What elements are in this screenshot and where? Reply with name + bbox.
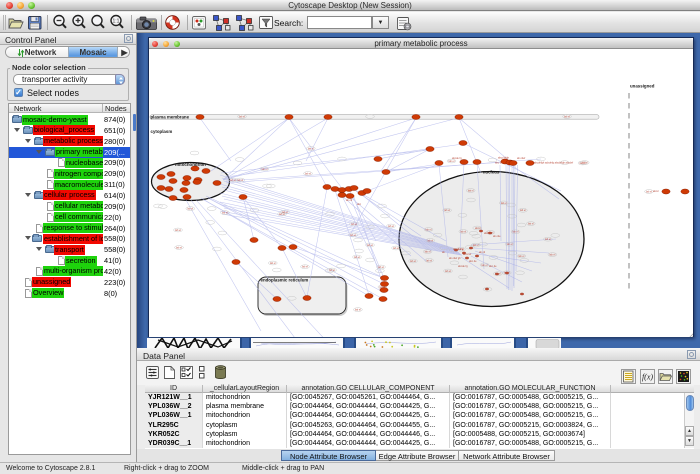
svg-text:lab el: lab el [460,230,466,233]
svg-text:lab el: lab el [305,172,311,175]
svg-text:lab el: lab el [501,202,507,205]
svg-text:ab cd: ab cd [479,251,486,254]
svg-text:cytoplasm: cytoplasm [151,129,173,134]
svg-text:lab el: lab el [187,208,193,211]
svg-text:lab el: lab el [354,256,360,259]
svg-text:lab el: lab el [262,168,268,171]
svg-text:lab el: lab el [449,160,455,163]
svg-text:mitochondrion: mitochondrion [175,162,206,167]
svg-text:ab cdef: ab cdef [517,157,526,160]
svg-text:abcd: abcd [653,190,659,193]
svg-text:lab el: lab el [329,269,335,272]
svg-text:lab el: lab el [302,266,308,269]
svg-text:1:1: 1:1 [113,19,120,25]
svg-text:f(x): f(x) [642,373,653,382]
svg-text:ab cd: ab cd [346,199,353,202]
svg-text:abc: abc [357,203,362,206]
svg-text:lab el: lab el [528,223,534,226]
svg-text:lab el: lab el [239,115,245,118]
svg-text:lab el: lab el [355,309,361,312]
svg-text:lab el: lab el [444,209,450,212]
svg-text:lab el: lab el [237,179,243,182]
svg-text:lab el: lab el [427,239,433,242]
svg-text:lab el: lab el [410,260,416,263]
svg-text:nucleus: nucleus [483,170,500,175]
svg-text:lab el: lab el [388,225,394,228]
svg-text:lab el: lab el [426,228,432,231]
svg-text:lab el: lab el [308,147,314,150]
svg-text:lab el: lab el [176,246,182,249]
svg-text:lab el: lab el [513,231,519,234]
svg-text:lab el: lab el [378,266,384,269]
svg-text:lab el: lab el [282,211,288,214]
svg-text:lab el: lab el [582,162,588,165]
svg-text:plasma membrane: plasma membrane [151,114,190,119]
svg-text:abcd: abcd [475,227,481,230]
svg-text:lab el: lab el [351,223,357,226]
svg-text:abc de: abc de [469,260,477,263]
svg-text:abcde fg: abcde fg [452,157,462,160]
svg-text:ab cdef gh: ab cdef gh [449,257,461,260]
svg-text:abcde fg: abcde fg [458,265,468,268]
svg-text:lab el: lab el [367,244,373,247]
svg-text:lab el: lab el [545,238,551,241]
svg-text:lab el: lab el [482,264,488,267]
svg-text:lab el: lab el [520,209,526,212]
svg-text:lab el: lab el [425,251,431,254]
svg-text:lab el: lab el [270,262,276,265]
svg-text:lab el: lab el [445,270,451,273]
svg-text:lab el: lab el [646,190,652,193]
svg-text:lab el: lab el [393,247,399,250]
svg-text:endoplasmic reticulum: endoplasmic reticulum [261,278,309,283]
svg-text:lab el: lab el [175,229,181,232]
svg-text:lab el: lab el [519,255,525,258]
svg-text:lab el: lab el [222,212,228,215]
svg-text:unassigned: unassigned [630,84,655,89]
svg-text:lab el: lab el [350,234,356,237]
svg-text:lab el: lab el [230,179,236,182]
svg-text:abc de: abc de [489,265,497,268]
svg-text:lab el: lab el [564,115,570,118]
svg-text:lab el: lab el [507,243,513,246]
svg-text:abcdefgh acbdefg abcdefgh abcd: abcdefgh acbdefg abcdefgh abcdef [534,161,573,164]
svg-text:lab el: lab el [426,259,432,262]
svg-text:lab el: lab el [473,244,479,247]
svg-text:lab el: lab el [468,189,474,192]
svg-text:ab cde: ab cde [493,235,501,238]
svg-text:lab el: lab el [550,254,556,257]
